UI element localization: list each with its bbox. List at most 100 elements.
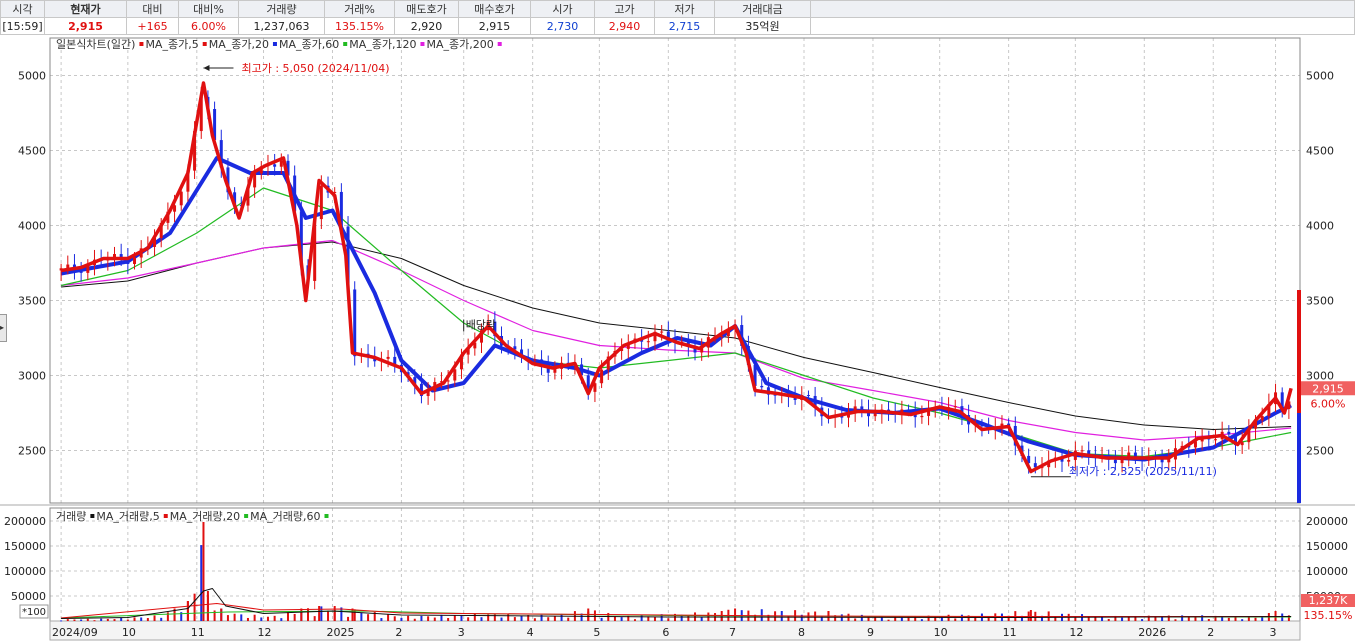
candle-body-120 [860,406,864,410]
x-axis-strip [49,620,1301,641]
volume-bar-180 [1261,617,1264,621]
price-close-line [60,81,1293,474]
volume-bar-60 [460,615,463,621]
candle-body-175 [1227,431,1231,435]
x-tick-2: 11 [191,626,205,639]
candle-body-134 [953,406,957,408]
volume-bar-127 [907,617,910,621]
x-tick-3: 12 [258,626,272,639]
volume-bar-87 [640,615,643,621]
volume-bar-157 [1107,618,1110,621]
price-legend-label-3: MA_종가,60 [279,38,339,51]
quote-value-0: [15:59] [0,17,45,35]
volume-bar-13 [146,618,149,621]
price-legend-swatch-2 [202,42,207,46]
volume-bar-5 [93,620,96,622]
quote-value-2: +165 [126,17,179,35]
quote-header-9: 고가 [594,0,655,18]
volume-bar-25 [226,615,229,621]
quote-header-10: 저가 [654,0,715,18]
volume-bar-54 [420,615,423,621]
quote-header-6: 매도호가 [394,0,459,18]
volume-bar-32 [273,615,276,621]
volume-legend-swatch-3 [244,514,249,518]
quote-value-11: 35억원 [714,17,811,35]
quote-value-4: 1,237,063 [238,17,325,35]
quote-header-0: 시각 [0,0,45,18]
price-tick-left-4: 4500 [18,145,46,158]
stock-chart[interactable]: 2500 25003000 30003500 35004000 40004500 4500… [0,34,1355,642]
volume-legend-label-1: MA_거래량,5 [96,510,159,523]
volume-bar-68 [513,617,516,621]
volume-bar-12 [140,617,143,621]
quote-header-3: 대비% [178,0,239,18]
volume-tick-left-0: 50000 [11,590,46,603]
volume-bar-96 [700,617,703,621]
volume-bar-26 [233,613,236,621]
ma5-line [60,81,1293,474]
volume-legend-swatch-1 [90,514,95,518]
quote-value-7: 2,915 [458,17,531,35]
volume-bar-178 [1247,617,1250,621]
volume-bar-134 [954,618,957,621]
volume-bar-7 [106,618,109,621]
x-tick-11: 8 [798,626,805,639]
candle-body-105 [760,385,764,388]
x-tick-12: 9 [867,626,874,639]
volume-bar-31 [266,616,269,621]
quote-bar: 시각 현재가 대비 대비% 거래량 거래% 매도호가 매수호가 시가 고가 저가 거래대금 [15:5… [0,0,1355,35]
volume-spike-25 [1029,610,1032,621]
collapse-panel-toggle[interactable]: ▸ [0,314,7,342]
volume-bar-179 [1254,617,1257,621]
volume-bar-86 [633,619,636,621]
volume-bar-16 [166,612,169,621]
volume-bar-91 [667,618,670,621]
volume-bar-56 [433,617,436,621]
volume-bar-20 [193,593,196,621]
range-bar-down [1297,413,1301,503]
quote-value-6: 2,920 [394,17,459,35]
price-panel-frame [49,37,1301,504]
volume-bar-124 [887,619,890,621]
volume-bar-51 [400,617,403,621]
candle-body-88 [646,341,650,343]
quote-header-1: 현재가 [44,0,127,18]
price-badge: 2,915 [1312,382,1344,395]
volume-spike-12 [318,606,321,621]
quote-header-row: 시각 현재가 대비 대비% 거래량 거래% 매도호가 매수호가 시가 고가 저가 거래대금 [0,0,1355,18]
candle-body-173 [1213,439,1217,441]
volume-ma5-line [61,588,1292,619]
volume-bar-61 [467,617,470,621]
volume-bar-30 [260,617,263,621]
x-tick-14: 11 [1003,626,1017,639]
price-tick-right-2: 3500 [1306,295,1334,308]
volume-bar-177 [1241,619,1244,621]
volume-bar-175 [1227,617,1230,621]
volume-bar-55 [427,616,430,621]
quote-value-10: 2,715 [654,17,715,35]
volume-bar-0 [60,620,63,622]
candle-body-39 [319,185,323,220]
volume-bar-105 [760,609,763,621]
price-pct-badge: 6.00% [1311,397,1346,410]
volume-tick-right-2: 150000 [1306,540,1348,553]
volume-panel-frame [49,507,1301,622]
volume-bar-167 [1174,619,1177,621]
price-legend-label-2: MA_종가,20 [209,38,269,51]
volume-spike-5 [186,601,189,621]
x-tick-6: 3 [458,626,465,639]
candle-body-151 [1067,459,1071,462]
volume-bar-2 [73,619,76,621]
quote-header-11: 거래대금 [714,0,811,18]
volume-bar-50 [393,616,396,621]
volume-bar-48 [380,618,383,621]
volume-bar-52 [407,615,410,621]
volume-bar-174 [1221,617,1224,621]
volume-bar-15 [160,617,163,621]
price-tick-left-2: 3500 [18,295,46,308]
volume-tick-left-3: 200000 [4,515,46,528]
candle-body-32 [273,164,277,167]
volume-bar-8 [113,619,116,621]
volume-bar-80 [593,610,596,621]
price-legend-swatch-end [497,42,502,46]
